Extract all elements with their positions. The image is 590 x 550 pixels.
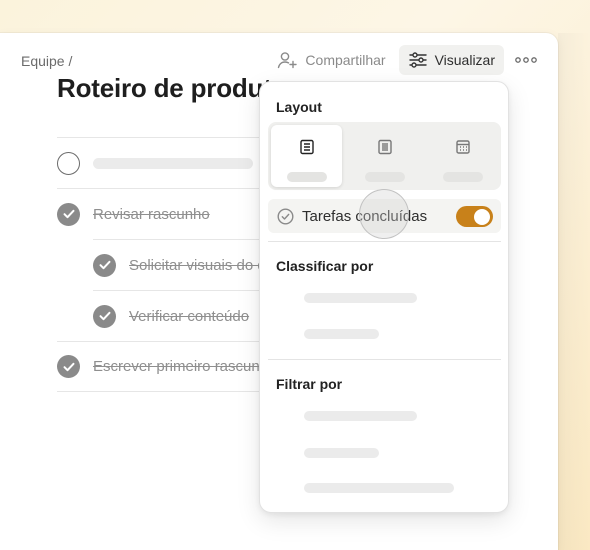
- view-label: Visualizar: [434, 52, 495, 68]
- calendar-icon: [455, 125, 471, 160]
- check-circle-icon: [277, 207, 294, 225]
- share-label: Compartilhar: [305, 52, 386, 68]
- add-person-icon: [276, 50, 298, 70]
- more-options-icon[interactable]: [512, 45, 540, 75]
- filter-option-placeholder[interactable]: [304, 483, 454, 493]
- filter-option-placeholder[interactable]: [304, 411, 417, 421]
- layout-option-board[interactable]: [349, 125, 420, 187]
- layout-option-calendar[interactable]: [427, 125, 498, 187]
- page-title: Roteiro de produto: [57, 73, 288, 103]
- sort-option-placeholder[interactable]: [304, 329, 379, 339]
- list-icon: [299, 125, 315, 160]
- layout-option-label-placeholder: [442, 172, 483, 182]
- checkmark-icon[interactable]: [57, 202, 80, 226]
- completed-tasks-label: Tarefas concluídas: [302, 207, 428, 225]
- task-label: Revisar rascunho: [93, 205, 210, 223]
- checkmark-icon[interactable]: [93, 304, 116, 328]
- layout-option-label-placeholder: [364, 172, 405, 182]
- task-placeholder: [93, 157, 253, 169]
- switch-knob: [474, 208, 490, 225]
- filter-heading: Filtrar por: [276, 376, 343, 392]
- breadcrumb[interactable]: Equipe /: [21, 53, 72, 69]
- sort-option-placeholder[interactable]: [304, 293, 417, 303]
- checkmark-icon[interactable]: [93, 253, 116, 277]
- divider: [268, 241, 501, 242]
- view-options-popover: Layout Tarefas concluídas Classificar po…: [259, 81, 509, 513]
- sort-heading: Classificar por: [276, 258, 374, 274]
- completed-tasks-switch[interactable]: [456, 206, 493, 227]
- board-icon: [377, 125, 393, 160]
- card-edge-shadow: [558, 33, 590, 550]
- layout-heading: Layout: [276, 99, 322, 115]
- filter-option-placeholder[interactable]: [304, 448, 379, 458]
- layout-option-label-placeholder: [286, 172, 327, 182]
- sliders-icon: [408, 51, 428, 69]
- task-label: Verificar conteúdo: [129, 307, 250, 325]
- completed-tasks-toggle-row[interactable]: Tarefas concluídas: [268, 199, 501, 233]
- task-label: Escrever primeiro rascunho: [93, 358, 277, 375]
- checkbox-unchecked[interactable]: [57, 151, 80, 175]
- view-button[interactable]: Visualizar: [398, 45, 504, 75]
- divider: [268, 359, 501, 360]
- layout-option-list[interactable]: [271, 125, 342, 187]
- share-button[interactable]: Compartilhar: [267, 45, 394, 75]
- layout-selector: [268, 122, 501, 190]
- toolbar: Compartilhar Visualizar: [267, 45, 540, 75]
- checkmark-icon[interactable]: [57, 355, 80, 378]
